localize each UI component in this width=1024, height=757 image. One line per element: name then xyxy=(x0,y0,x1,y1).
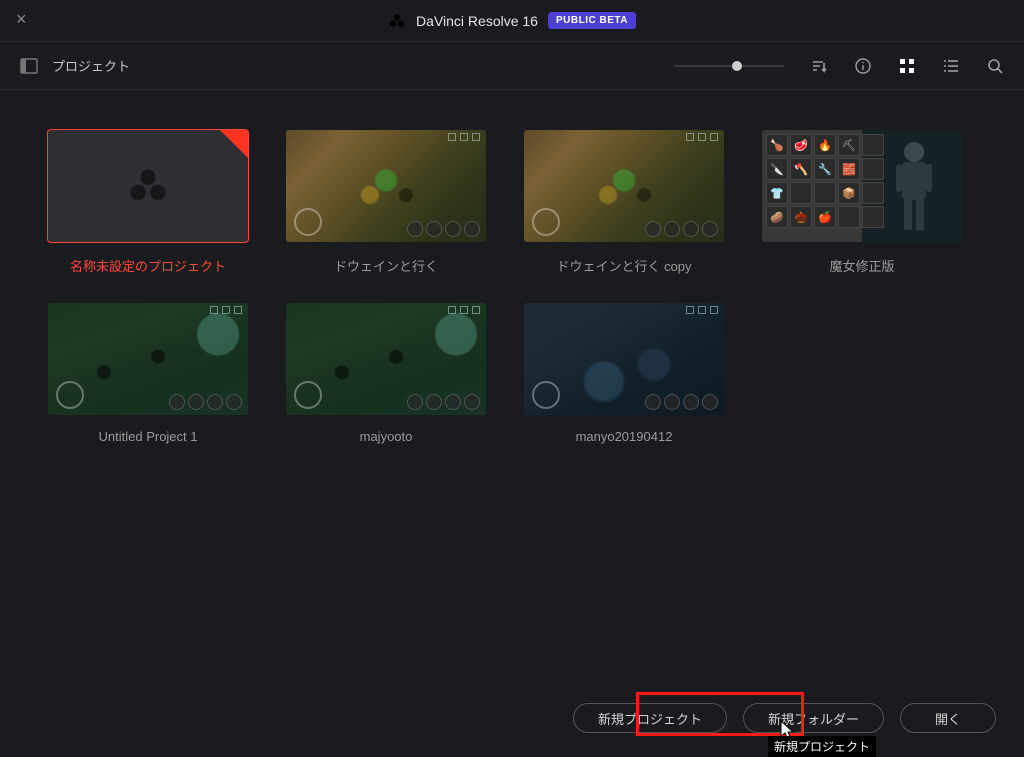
project-card[interactable]: ドウェインと行く copy xyxy=(524,130,724,275)
project-thumbnail[interactable] xyxy=(48,303,248,415)
tooltip: 新規プロジェクト xyxy=(768,736,876,757)
project-browser: 名称未設定のプロジェクト ドウェインと行く ドウェインと行く copy 🍗🥩🔥⛏🔪🪓🔧… xyxy=(0,90,1024,444)
app-title: DaVinci Resolve 16 xyxy=(416,13,538,29)
resolve-logo-icon xyxy=(126,164,170,208)
hud-top xyxy=(686,306,718,314)
project-card[interactable]: majyooto xyxy=(286,303,486,444)
project-label: majyooto xyxy=(360,429,413,444)
project-label: ドウェインと行く copy xyxy=(556,256,691,275)
thumbnail-size-slider[interactable] xyxy=(674,59,784,73)
hud-top xyxy=(210,306,242,314)
project-label: ドウェインと行く xyxy=(334,256,438,275)
project-thumbnail[interactable] xyxy=(524,303,724,415)
titlebar: × DaVinci Resolve 16 PUBLIC BETA xyxy=(0,0,1024,42)
search-icon[interactable] xyxy=(986,57,1004,75)
hud-actions xyxy=(645,394,718,410)
project-thumbnail[interactable] xyxy=(524,130,724,242)
new-folder-button[interactable]: 新規フォルダー xyxy=(743,703,884,733)
hud-joystick-icon xyxy=(532,381,560,409)
project-label: Untitled Project 1 xyxy=(99,429,198,444)
hud-actions xyxy=(407,394,480,410)
hud-joystick-icon xyxy=(294,208,322,236)
hud-joystick-icon xyxy=(532,208,560,236)
new-project-button[interactable]: 新規プロジェクト xyxy=(573,703,727,733)
selected-corner-icon xyxy=(220,130,248,158)
list-view-icon[interactable] xyxy=(942,57,960,75)
hud-actions xyxy=(169,394,242,410)
project-card[interactable]: Untitled Project 1 xyxy=(48,303,248,444)
section-label: プロジェクト xyxy=(52,56,130,75)
project-thumbnail[interactable]: 🍗🥩🔥⛏🔪🪓🔧🧱👕📦🥔🌰🍎 xyxy=(762,130,962,242)
info-icon[interactable] xyxy=(854,57,872,75)
project-card[interactable]: manyo20190412 xyxy=(524,303,724,444)
sort-icon[interactable] xyxy=(810,57,828,75)
hud-joystick-icon xyxy=(294,381,322,409)
project-thumbnail[interactable] xyxy=(48,130,248,242)
app-logo-icon xyxy=(388,12,406,30)
open-button[interactable]: 開く xyxy=(900,703,996,733)
hud-actions xyxy=(645,221,718,237)
hud-top xyxy=(448,306,480,314)
project-label: manyo20190412 xyxy=(576,429,673,444)
project-card[interactable]: ドウェインと行く xyxy=(286,130,486,275)
hud-joystick-icon xyxy=(56,381,84,409)
sidebar-toggle-icon[interactable] xyxy=(20,57,38,75)
project-thumbnail[interactable] xyxy=(286,130,486,242)
grid-view-icon[interactable] xyxy=(898,57,916,75)
inventory-grid: 🍗🥩🔥⛏🔪🪓🔧🧱👕📦🥔🌰🍎 xyxy=(766,134,886,228)
beta-badge: PUBLIC BETA xyxy=(548,12,636,29)
hud-top xyxy=(448,133,480,141)
toolbar: プロジェクト xyxy=(0,42,1024,90)
hud-top xyxy=(686,133,718,141)
close-icon[interactable]: × xyxy=(16,12,30,26)
character-icon xyxy=(888,138,940,234)
project-label: 名称未設定のプロジェクト xyxy=(70,256,226,275)
project-card[interactable]: 名称未設定のプロジェクト xyxy=(48,130,248,275)
project-label: 魔女修正版 xyxy=(829,256,894,275)
project-card[interactable]: 🍗🥩🔥⛏🔪🪓🔧🧱👕📦🥔🌰🍎 魔女修正版 xyxy=(762,130,962,275)
hud-actions xyxy=(407,221,480,237)
project-thumbnail[interactable] xyxy=(286,303,486,415)
